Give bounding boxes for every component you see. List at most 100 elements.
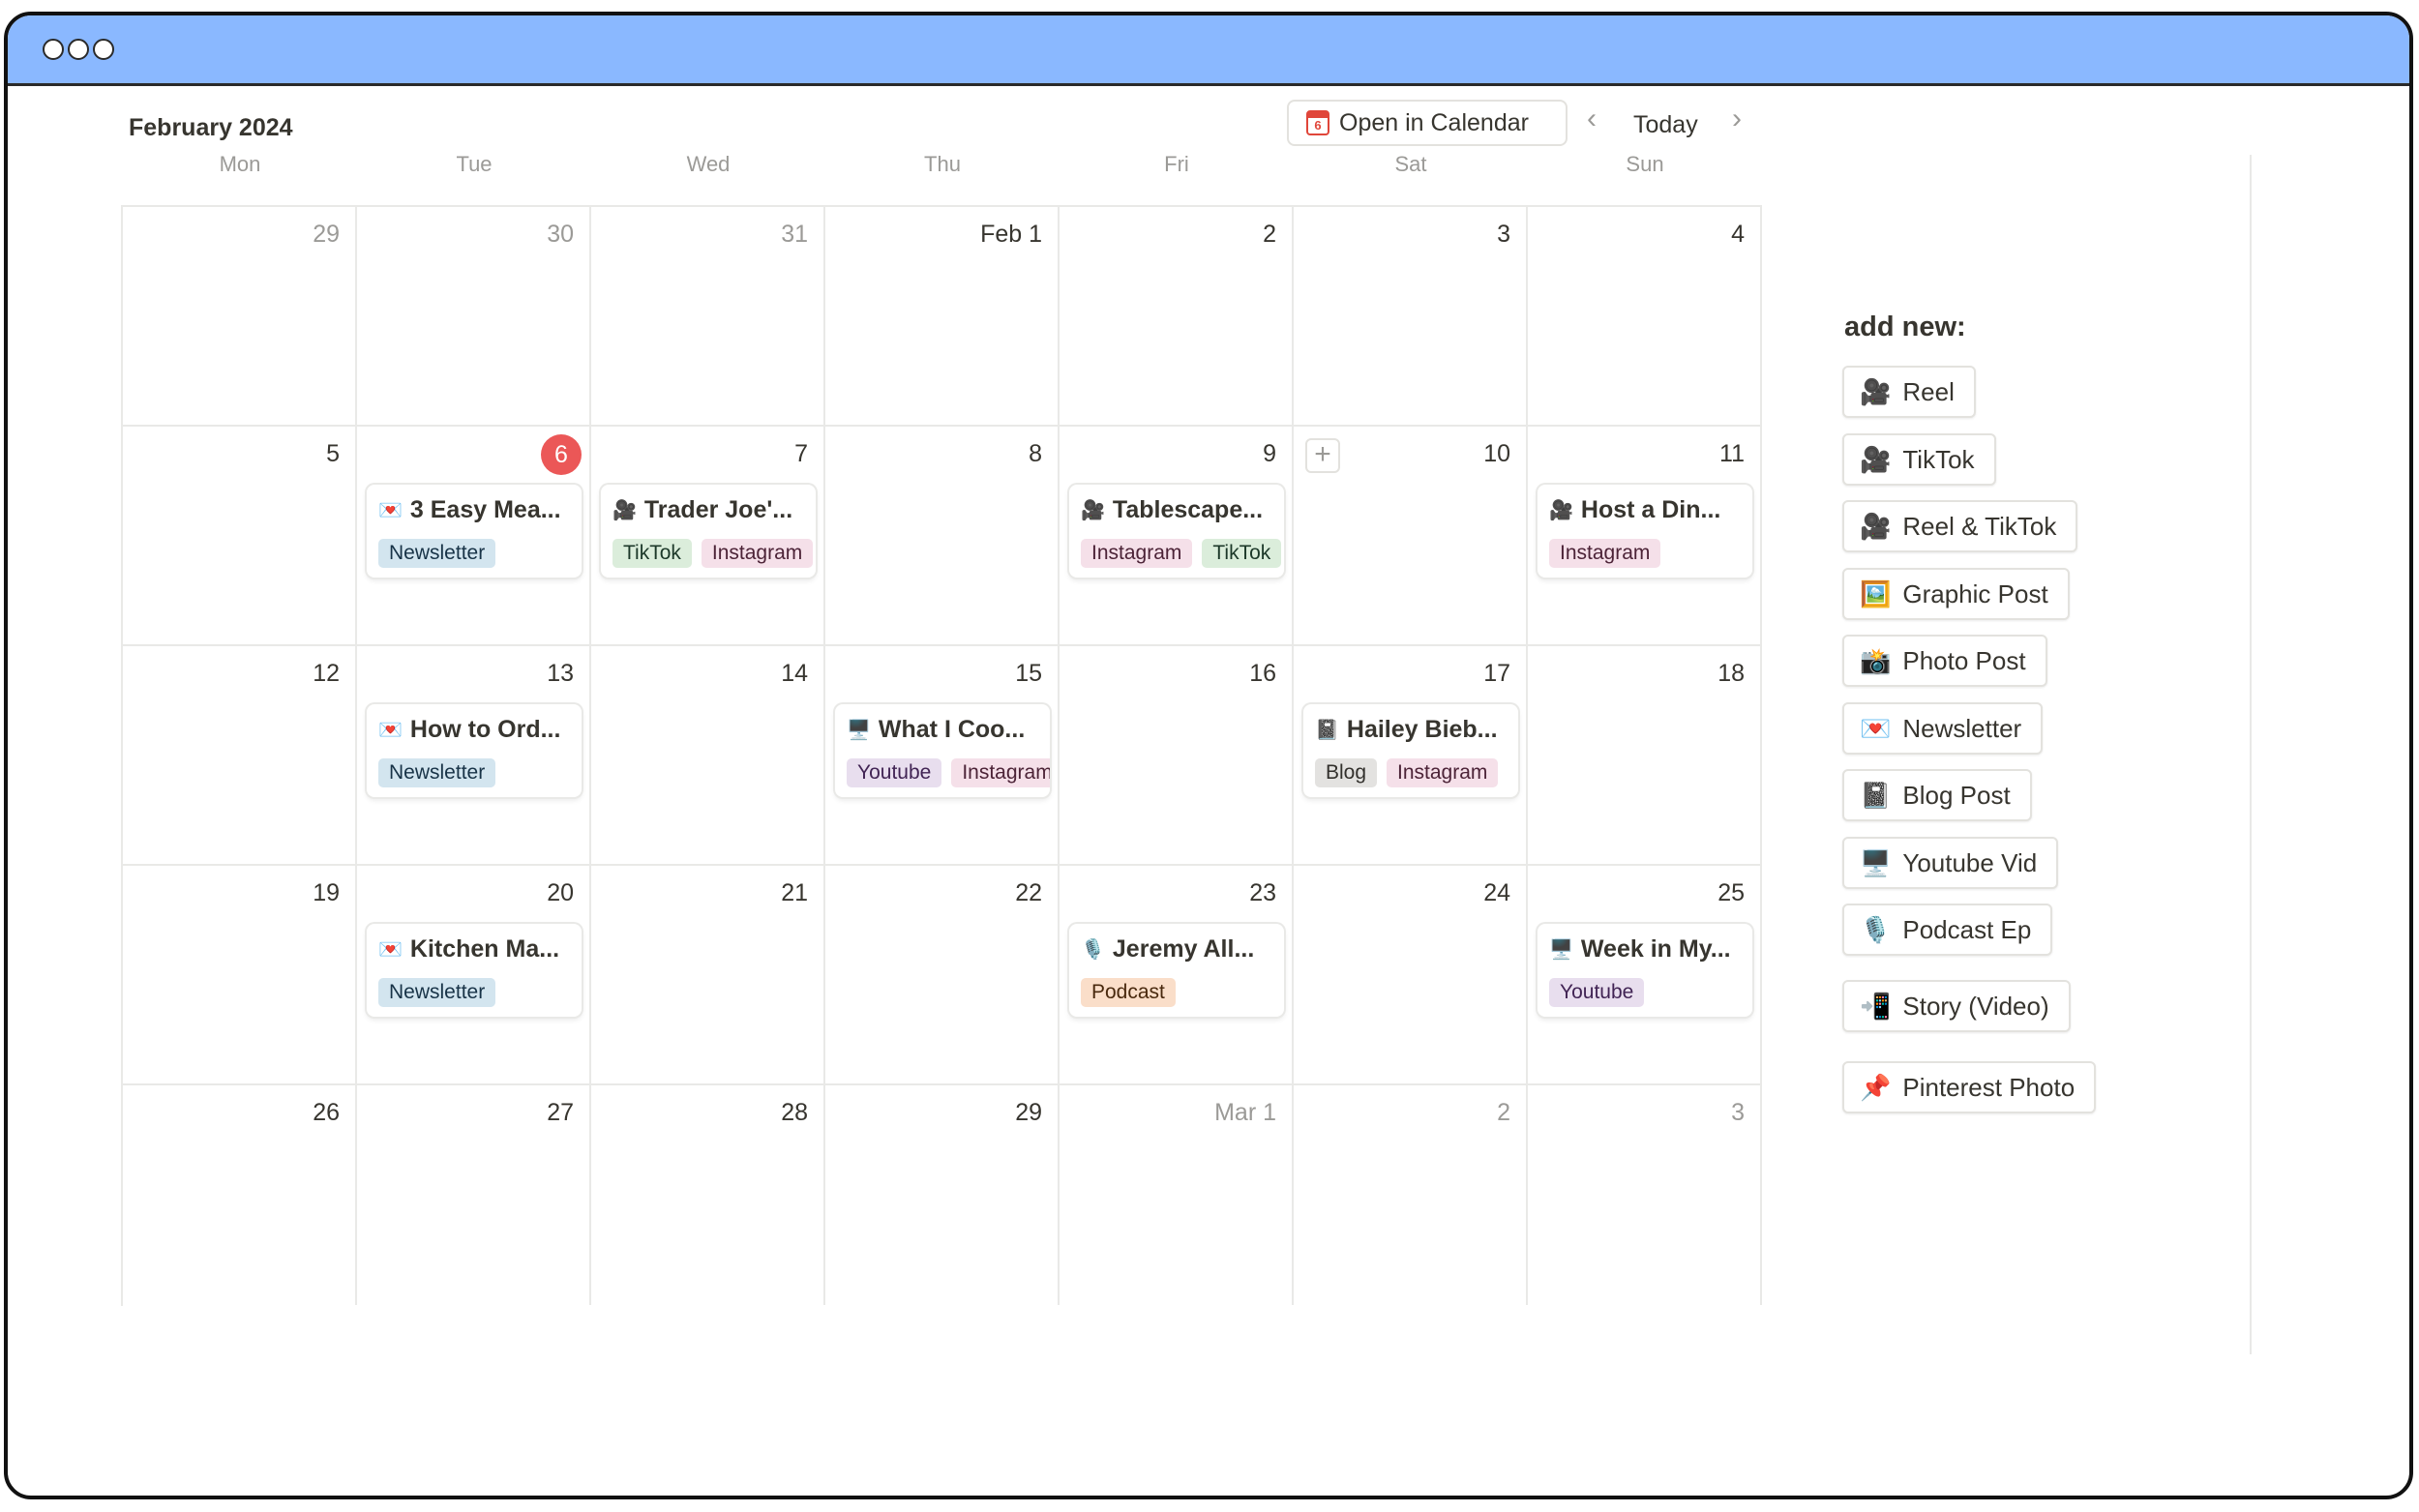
event-card[interactable]: 🎥 Host a Din... Instagram (1538, 485, 1752, 578)
event-card[interactable]: 📓 Hailey Bieb... Blog Instagram (1303, 704, 1518, 797)
calendar-day-cell[interactable]: 9 🎥 Tablescape... Instagram TikTok (1060, 427, 1294, 646)
event-card[interactable]: 💌 3 Easy Mea... Newsletter (367, 485, 582, 578)
window-zoom-button[interactable] (93, 39, 114, 60)
event-tags: Youtube Instagram (847, 758, 1050, 787)
youtube-vid-icon: 🖥️ (1860, 847, 1892, 877)
add-youtube-vid-button[interactable]: 🖥️ Youtube Vid (1842, 837, 2059, 889)
add-button-label: Photo Post (1902, 645, 2026, 675)
add-button-label: Newsletter (1902, 713, 2022, 743)
day-number: 24 (1483, 879, 1510, 906)
day-number: 3 (1497, 221, 1510, 248)
calendar-day-cell[interactable]: 27 (357, 1085, 591, 1305)
today-button[interactable]: Today (1633, 111, 1698, 139)
day-number: 11 (1719, 440, 1745, 467)
calendar-day-cell[interactable]: 22 (825, 866, 1060, 1085)
event-title-text: Host a Din... (1580, 496, 1721, 523)
calendar-day-cell[interactable]: 31 (591, 207, 825, 427)
calendar-day-cell[interactable]: 29 (825, 1085, 1060, 1305)
calendar-day-cell[interactable]: 4 (1528, 207, 1762, 427)
day-number: 8 (1029, 440, 1042, 467)
pinterest-photo-icon: 📌 (1860, 1072, 1892, 1102)
calendar-day-cell[interactable]: 17 📓 Hailey Bieb... Blog Instagram (1294, 646, 1528, 866)
calendar-day-cell[interactable]: 24 (1294, 866, 1528, 1085)
add-tiktok-button[interactable]: 🎥 TikTok (1842, 433, 1996, 486)
event-card[interactable]: 🎥 Tablescape... Instagram TikTok (1069, 485, 1284, 578)
calendar-day-cell[interactable]: 7 🎥 Trader Joe'... TikTok Instagram (591, 427, 825, 646)
add-button-label: Youtube Vid (1902, 847, 2038, 877)
weekday-fri: Fri (1164, 152, 1189, 176)
calendar-day-cell[interactable]: 14 (591, 646, 825, 866)
calendar-day-cell[interactable]: 30 (357, 207, 591, 427)
calendar-day-cell[interactable]: 26 (123, 1085, 357, 1305)
calendar-day-cell[interactable]: Feb 1 (825, 207, 1060, 427)
add-blog-post-button[interactable]: 📓 Blog Post (1842, 769, 2032, 821)
calendar-day-cell[interactable]: 11 🎥 Host a Din... Instagram (1528, 427, 1762, 646)
add-reel-button[interactable]: 🎥 Reel (1842, 366, 1976, 418)
calendar-day-cell[interactable]: 3 (1294, 207, 1528, 427)
calendar-day-cell[interactable]: 29 (123, 207, 357, 427)
event-card[interactable]: 🖥️ What I Coo... Youtube Instagram (835, 704, 1050, 797)
calendar-day-cell[interactable]: 8 (825, 427, 1060, 646)
calendar-day-cell[interactable]: 5 (123, 427, 357, 646)
tiktok-icon: 🎥 (1860, 444, 1892, 474)
add-story-video-button[interactable]: 📲 Story (Video) (1842, 980, 2071, 1032)
day-number: 19 (313, 879, 340, 906)
calendar-day-cell[interactable]: Mar 1 (1060, 1085, 1294, 1305)
add-pinterest-photo-button[interactable]: 📌 Pinterest Photo (1842, 1061, 2097, 1113)
event-type-icon: 🎙️ (1081, 939, 1105, 961)
reel-icon: 🎥 (1860, 376, 1892, 406)
event-card[interactable]: 💌 How to Ord... Newsletter (367, 704, 582, 797)
add-graphic-post-button[interactable]: 🖼️ Graphic Post (1842, 568, 2070, 620)
day-number: 9 (1263, 440, 1276, 467)
calendar-day-cell[interactable]: 23 🎙️ Jeremy All... Podcast (1060, 866, 1294, 1085)
add-podcast-ep-button[interactable]: 🎙️ Podcast Ep (1842, 904, 2053, 956)
tag-youtube: Youtube (1549, 978, 1645, 1007)
calendar-day-cell[interactable]: 20 💌 Kitchen Ma... Newsletter (357, 866, 591, 1085)
event-tags: TikTok Instagram (612, 539, 814, 568)
calendar-day-cell[interactable]: 18 (1528, 646, 1762, 866)
event-title-text: Tablescape... (1112, 496, 1264, 523)
calendar-day-cell[interactable]: 6 💌 3 Easy Mea... Newsletter (357, 427, 591, 646)
open-in-calendar-button[interactable]: 6 Open in Calendar (1287, 100, 1568, 146)
event-card[interactable]: 🎥 Trader Joe'... TikTok Instagram (601, 485, 816, 578)
day-number: 28 (781, 1099, 808, 1126)
calendar-day-cell[interactable]: 10 + (1294, 427, 1528, 646)
calendar-day-cell[interactable]: 19 (123, 866, 357, 1085)
event-card-title: 💌 How to Ord... (378, 716, 572, 744)
day-number: 30 (547, 221, 574, 248)
add-reel-tiktok-button[interactable]: 🎥 Reel & TikTok (1842, 500, 2078, 552)
day-number: 10 (1483, 440, 1510, 467)
day-number: 29 (1015, 1099, 1042, 1126)
calendar-day-cell[interactable]: 12 (123, 646, 357, 866)
event-card[interactable]: 🎙️ Jeremy All... Podcast (1069, 924, 1284, 1017)
calendar-day-cell[interactable]: 2 (1060, 207, 1294, 427)
calendar-day-cell[interactable]: 3 (1528, 1085, 1762, 1305)
calendar-day-cell[interactable]: 2 (1294, 1085, 1528, 1305)
event-type-icon: 💌 (378, 720, 403, 741)
month-title: February 2024 (129, 114, 293, 141)
event-card[interactable]: 💌 Kitchen Ma... Newsletter (367, 924, 582, 1017)
weekday-thu: Thu (924, 152, 961, 176)
calendar-day-cell[interactable]: 28 (591, 1085, 825, 1305)
add-newsletter-button[interactable]: 💌 Newsletter (1842, 702, 2044, 755)
calendar-day-cell[interactable]: 15 🖥️ What I Coo... Youtube Instagram (825, 646, 1060, 866)
day-number: 13 (547, 660, 574, 687)
add-event-button[interactable]: + (1305, 438, 1340, 473)
event-card[interactable]: 🖥️ Week in My... Youtube (1538, 924, 1752, 1017)
day-number: 18 (1717, 660, 1745, 687)
chevron-right-icon[interactable]: › (1732, 103, 1742, 135)
event-title-text: How to Ord... (409, 716, 561, 743)
window-minimize-button[interactable] (68, 39, 89, 60)
add-button-label: Reel (1902, 376, 1955, 406)
day-number: 3 (1731, 1099, 1745, 1126)
calendar-day-cell[interactable]: 13 💌 How to Ord... Newsletter (357, 646, 591, 866)
calendar-day-cell[interactable]: 25 🖥️ Week in My... Youtube (1528, 866, 1762, 1085)
day-number: 4 (1731, 221, 1745, 248)
add-photo-post-button[interactable]: 📸 Photo Post (1842, 635, 2047, 687)
calendar-day-cell[interactable]: 16 (1060, 646, 1294, 866)
calendar-day-cell[interactable]: 21 (591, 866, 825, 1085)
event-type-icon: 💌 (378, 500, 403, 521)
window-close-button[interactable] (43, 39, 64, 60)
tag-blog: Blog (1315, 758, 1378, 787)
chevron-left-icon[interactable]: ‹ (1587, 103, 1597, 135)
